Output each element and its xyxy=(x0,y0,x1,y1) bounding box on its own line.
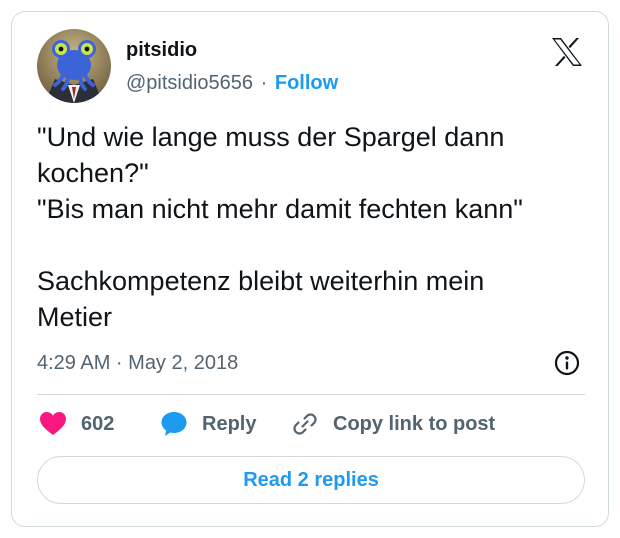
tweet-timestamp[interactable]: 4:29 AM · May 2, 2018 xyxy=(37,352,238,375)
avatar[interactable] xyxy=(37,29,111,103)
tweet-card: pitsidio @pitsidio5656 · Follow "Und wie… xyxy=(11,11,609,527)
reply-button[interactable]: Reply xyxy=(160,408,256,440)
like-button[interactable]: 602 xyxy=(39,408,114,440)
divider xyxy=(37,394,585,395)
copy-link-label: Copy link to post xyxy=(333,412,496,435)
tweet-text: "Und wie lange muss der Spargel dann koc… xyxy=(37,122,523,332)
reply-label: Reply xyxy=(202,412,257,435)
author-handle[interactable]: @pitsidio5656 xyxy=(126,72,253,94)
separator-dot: · xyxy=(260,72,268,94)
author-handle-row: @pitsidio5656 · Follow xyxy=(126,72,338,95)
read-replies-button[interactable]: Read 2 replies xyxy=(37,456,585,504)
follow-link[interactable]: Follow xyxy=(275,72,338,94)
x-logo-icon[interactable] xyxy=(551,37,583,67)
speech-bubble-icon xyxy=(161,412,187,436)
author-display-name[interactable]: pitsidio xyxy=(126,39,197,62)
link-icon xyxy=(293,413,317,435)
copy-link-button[interactable]: Copy link to post xyxy=(291,408,495,440)
like-count: 602 xyxy=(81,412,115,435)
avatar-image xyxy=(37,29,111,103)
heart-icon xyxy=(40,412,66,435)
info-icon[interactable] xyxy=(553,349,581,377)
